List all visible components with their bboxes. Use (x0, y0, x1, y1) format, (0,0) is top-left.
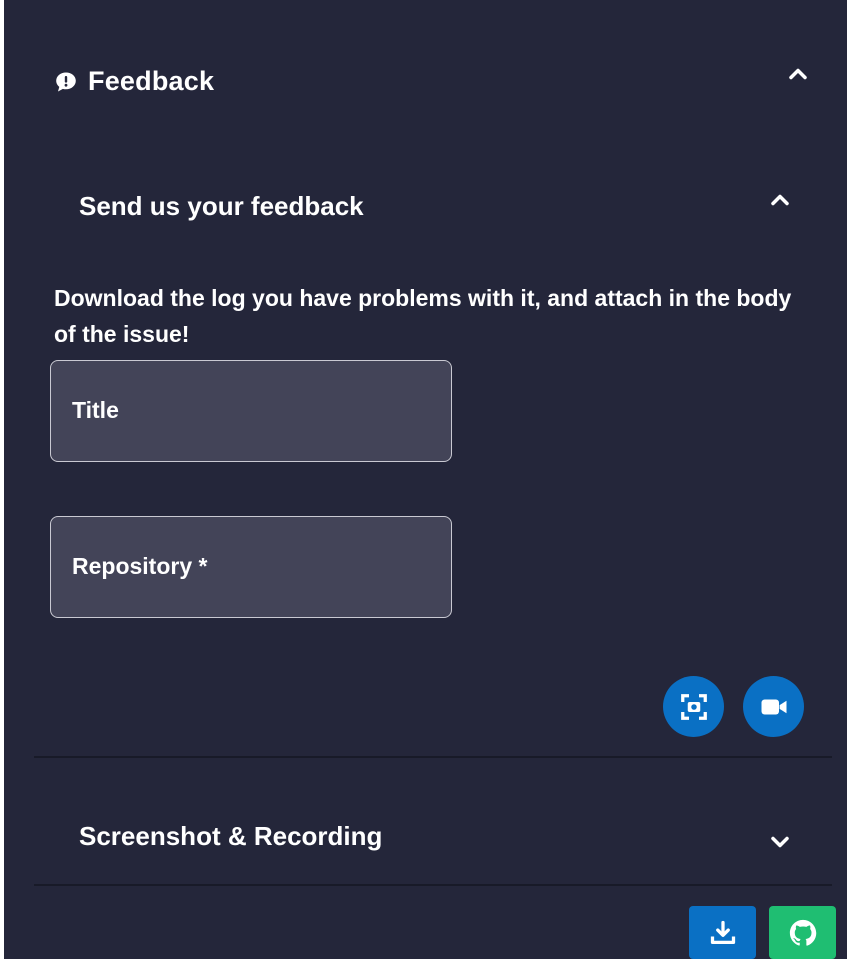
send-feedback-chevron-up-icon[interactable] (766, 186, 794, 214)
repository-input[interactable]: Repository * (50, 516, 452, 618)
section-divider (34, 756, 832, 758)
start-recording-button[interactable] (743, 676, 804, 737)
repository-input-label: Repository * (72, 553, 208, 579)
panel-collapse-chevron-up-icon[interactable] (784, 60, 812, 88)
download-icon (710, 920, 735, 944)
open-github-issue-button[interactable] (769, 906, 836, 959)
screenshot-recording-chevron-down-icon[interactable] (766, 828, 794, 856)
capture-screenshot-button[interactable] (663, 676, 724, 737)
video-camera-icon (761, 699, 786, 714)
feedback-bubble-icon (56, 72, 76, 91)
screenshot-recording-section-title[interactable]: Screenshot & Recording (79, 821, 382, 852)
send-feedback-section-title[interactable]: Send us your feedback (79, 191, 364, 222)
github-icon (789, 919, 816, 946)
panel-header: Feedback (54, 66, 214, 97)
feedback-panel: Feedback Send us your feedback Download … (4, 0, 847, 959)
download-log-button[interactable] (689, 906, 756, 959)
panel-title: Feedback (88, 66, 215, 96)
screenshot-capture-icon (680, 693, 707, 720)
title-input-label: Title (72, 397, 119, 423)
section-divider (34, 884, 832, 886)
feedback-description: Download the log you have problems with … (54, 285, 792, 347)
title-input[interactable]: Title (50, 360, 452, 462)
